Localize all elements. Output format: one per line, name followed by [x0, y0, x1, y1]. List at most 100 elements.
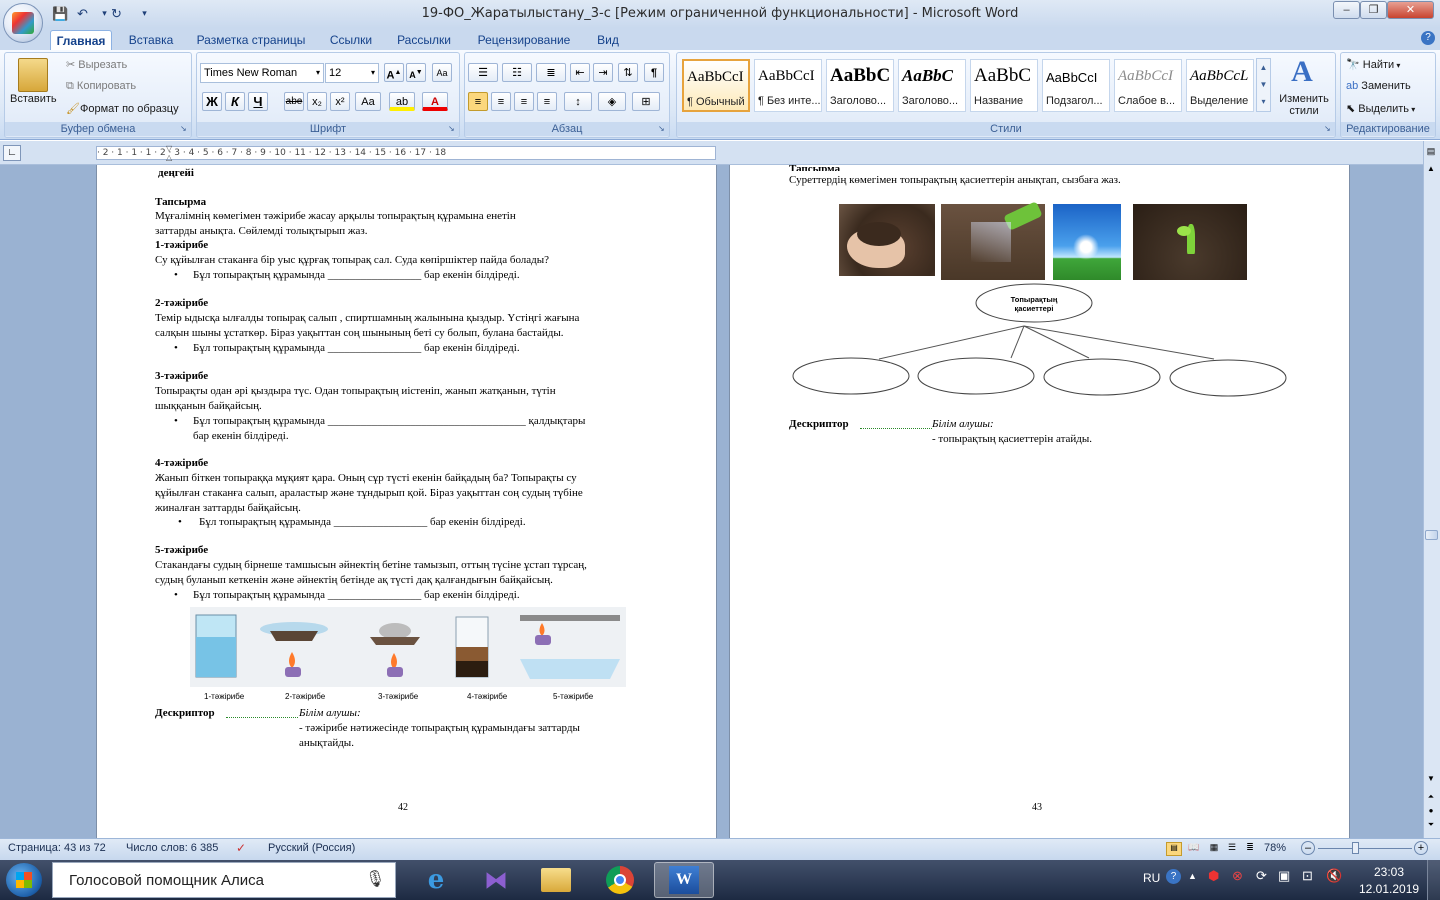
paste-button[interactable]: Вставить	[10, 93, 57, 105]
numbering-icon[interactable]: ☷	[502, 63, 532, 82]
word-count[interactable]: Число слов: 6 385	[126, 842, 218, 854]
tab-page-layout[interactable]: Разметка страницы	[192, 30, 310, 50]
tab-selector-icon[interactable]: ∟	[3, 145, 21, 161]
shrink-font-icon[interactable]: A▼	[406, 63, 426, 82]
bullets-icon[interactable]: ☰	[468, 63, 498, 82]
show-desktop-button[interactable]	[1427, 860, 1440, 900]
font-color-icon[interactable]: A	[422, 92, 448, 111]
page-indicator[interactable]: Страница: 43 из 72	[8, 842, 106, 854]
tray-app-icon[interactable]: ⊗	[1232, 868, 1243, 884]
indent-marker-icon[interactable]: ▽ △	[166, 144, 174, 162]
microphone-icon[interactable]: 🎙	[365, 869, 385, 889]
language-indicator[interactable]: Русский (Россия)	[268, 842, 355, 854]
close-button[interactable]: ✕	[1387, 1, 1434, 19]
change-styles-icon[interactable]: A	[1282, 56, 1322, 88]
outline-icon[interactable]: ☰	[1224, 842, 1240, 856]
tab-home[interactable]: Главная	[50, 30, 112, 50]
web-layout-icon[interactable]: ▦	[1206, 842, 1222, 856]
underline-button[interactable]: Ч	[248, 92, 268, 111]
increase-indent-icon[interactable]: ⇥	[593, 63, 613, 82]
paste-icon[interactable]	[18, 58, 48, 92]
tab-references[interactable]: Ссылки	[324, 30, 378, 50]
tab-mailings[interactable]: Рассылки	[392, 30, 456, 50]
network-tray-icon[interactable]: ⊡	[1302, 868, 1313, 884]
media-taskbar-icon[interactable]: ⧓	[466, 862, 526, 898]
sync-tray-icon[interactable]: ⟳	[1256, 868, 1267, 884]
minimize-button[interactable]: –	[1333, 1, 1360, 19]
scroll-down-icon[interactable]: ▼	[1424, 774, 1438, 786]
pilcrow-icon[interactable]: ¶	[644, 63, 664, 82]
paragraph-launcher-icon[interactable]: ↘	[658, 124, 665, 133]
change-case-button[interactable]: Aa	[355, 92, 381, 111]
style-heading-2[interactable]: AaBbC Заголово...	[898, 59, 966, 112]
superscript-button[interactable]: x²	[330, 92, 350, 111]
zoom-slider-thumb[interactable]	[1352, 842, 1359, 854]
copy-button[interactable]: ⧉ Копировать	[66, 80, 136, 93]
find-button[interactable]: 🔭 Найти ▾	[1346, 58, 1400, 71]
alice-search-box[interactable]: Голосовой помощник Алиса 🎙	[52, 862, 396, 898]
italic-button[interactable]: К	[225, 92, 245, 111]
help-tray-icon[interactable]: ?	[1166, 869, 1181, 884]
style-subtitle[interactable]: AaBbCcI Подзагол...	[1042, 59, 1110, 112]
display-tray-icon[interactable]: ▣	[1278, 868, 1290, 884]
keyboard-language[interactable]: RU	[1143, 871, 1160, 885]
styles-scroll[interactable]: ▲ ▼ ▾	[1256, 58, 1271, 112]
style-title[interactable]: AaBbC Название	[970, 59, 1038, 112]
style-no-spacing[interactable]: AaBbCcI ¶ Без инте...	[754, 59, 822, 112]
browse-object-icon[interactable]: ●	[1424, 806, 1438, 818]
volume-tray-icon[interactable]: 🔇	[1326, 868, 1342, 884]
select-button[interactable]: ⬉ Выделить ▾	[1346, 102, 1415, 115]
align-left-icon[interactable]: ≡	[468, 92, 488, 111]
shading-icon[interactable]: ◈	[598, 92, 626, 111]
proofing-icon[interactable]: ✓	[236, 841, 246, 855]
draft-icon[interactable]: ≣	[1242, 842, 1258, 856]
clear-format-icon[interactable]: Aa	[432, 63, 452, 82]
change-styles-button[interactable]: Изменить стили	[1276, 93, 1332, 117]
help-icon[interactable]: ?	[1421, 31, 1435, 45]
strikethrough-button[interactable]: abe	[284, 92, 304, 111]
next-page-icon[interactable]: ⏷	[1424, 820, 1438, 832]
cut-button[interactable]: ✂ Вырезать	[66, 58, 127, 71]
word-taskbar-icon[interactable]: W	[654, 862, 714, 898]
office-button[interactable]	[3, 3, 43, 43]
tab-insert[interactable]: Вставка	[122, 30, 180, 50]
vertical-scrollbar[interactable]	[1423, 141, 1440, 838]
font-size-combo[interactable]: 12 ▾	[325, 63, 379, 83]
sort-icon[interactable]: ⇅	[618, 63, 638, 82]
grow-font-icon[interactable]: A▲	[384, 63, 404, 82]
highlight-icon[interactable]: ab	[389, 92, 415, 111]
tab-view[interactable]: Вид	[590, 30, 626, 50]
style-emphasis[interactable]: AaBbCcL Выделение	[1186, 59, 1254, 112]
clipboard-launcher-icon[interactable]: ↘	[180, 124, 187, 133]
zoom-level[interactable]: 78%	[1264, 842, 1286, 854]
zoom-slider[interactable]	[1318, 848, 1412, 849]
full-screen-reading-icon[interactable]: 📖	[1186, 842, 1202, 856]
ruler-toggle-icon[interactable]: ▤	[1424, 146, 1438, 160]
zoom-in-icon[interactable]: +	[1414, 841, 1428, 855]
line-spacing-icon[interactable]: ↕	[564, 92, 592, 111]
align-right-icon[interactable]: ≡	[514, 92, 534, 111]
bold-button[interactable]: Ж	[202, 92, 222, 111]
styles-launcher-icon[interactable]: ↘	[1324, 124, 1331, 133]
ie-taskbar-icon[interactable]: e	[406, 862, 466, 898]
borders-icon[interactable]: ⊞	[632, 92, 660, 111]
multilevel-list-icon[interactable]: ≣	[536, 63, 566, 82]
subscript-button[interactable]: x₂	[307, 92, 327, 111]
justify-icon[interactable]: ≡	[537, 92, 557, 111]
clock-time[interactable]: 23:03	[1374, 865, 1404, 879]
format-painter-button[interactable]: 🖌Формат по образцу	[66, 102, 179, 115]
font-name-combo[interactable]: Times New Roman ▾	[200, 63, 324, 83]
decrease-indent-icon[interactable]: ⇤	[570, 63, 590, 82]
style-normal[interactable]: AaBbCcI ¶ Обычный	[682, 59, 750, 112]
scroll-up-icon[interactable]: ▲	[1424, 164, 1438, 176]
style-subtle-emphasis[interactable]: AaBbCcI Слабое в...	[1114, 59, 1182, 112]
previous-page-icon[interactable]: ⏶	[1424, 792, 1438, 804]
print-layout-icon[interactable]: ▤	[1166, 842, 1182, 856]
clock-date[interactable]: 12.01.2019	[1359, 882, 1419, 896]
align-center-icon[interactable]: ≡	[491, 92, 511, 111]
font-launcher-icon[interactable]: ↘	[448, 124, 455, 133]
explorer-taskbar-icon[interactable]	[526, 862, 586, 898]
scroll-thumb[interactable]	[1425, 530, 1438, 540]
tray-expand-icon[interactable]: ▲	[1188, 871, 1197, 881]
tab-review[interactable]: Рецензирование	[472, 30, 576, 50]
